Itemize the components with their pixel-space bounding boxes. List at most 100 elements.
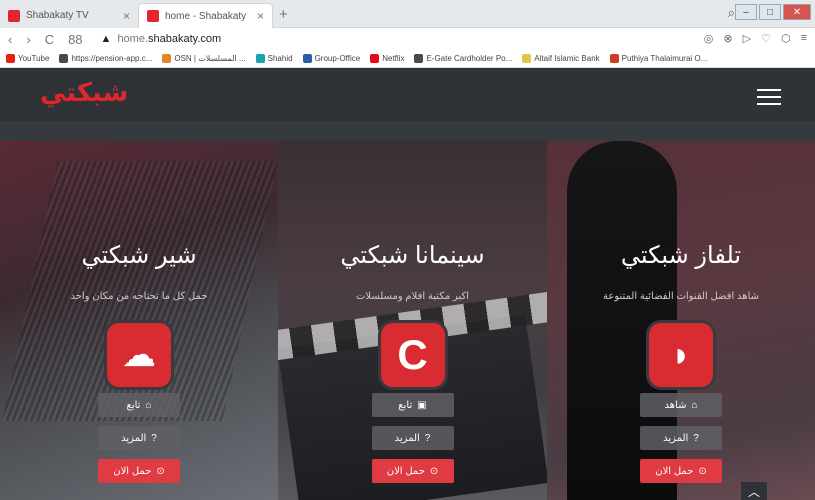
- button-label: شاهد: [664, 399, 687, 411]
- button-label: المزيد: [663, 432, 689, 444]
- bookmark-label: https://pension-app.c...: [71, 54, 153, 63]
- bookmark-youtube[interactable]: YouTube: [6, 54, 49, 63]
- close-window-button[interactable]: ✕: [783, 4, 811, 20]
- question-icon: ?: [693, 432, 699, 444]
- button-label: تابع: [126, 399, 141, 411]
- bookmark-netflix[interactable]: Netflix: [370, 54, 404, 63]
- apps-button[interactable]: 88: [68, 32, 82, 47]
- download-button[interactable]: حمل الان ⊙: [371, 459, 454, 483]
- play-icon[interactable]: ▷: [743, 32, 751, 45]
- bookmark-egate[interactable]: E-Gate Cardholder Po...: [414, 54, 512, 63]
- search-icon[interactable]: ⌕: [728, 5, 735, 21]
- site-logo[interactable]: شبكتي: [40, 78, 128, 108]
- reload-button[interactable]: C: [45, 32, 54, 47]
- follow-button[interactable]: تابع ⌂: [98, 393, 180, 417]
- download-button[interactable]: حمل الان ⊙: [98, 459, 180, 483]
- panel-subtitle: اكبر مكتبة افلام ومسلسلات: [355, 291, 470, 302]
- hamburger-menu-icon[interactable]: [757, 89, 781, 105]
- panel-cinemana: سينمانا شبكتي اكبر مكتبة افلام ومسلسلات …: [278, 141, 547, 500]
- browser-chrome: Shabakaty TV × home - Shabakaty × + ⌕ – …: [0, 0, 815, 68]
- download-icon: ⊙: [156, 465, 165, 477]
- bookmark-osn[interactable]: OSN | المسلسلات ...: [162, 54, 246, 63]
- tab-home-shabakaty[interactable]: home - Shabakaty ×: [138, 3, 273, 28]
- home-icon: ⌂: [691, 399, 698, 411]
- bookmark-group-office[interactable]: Group-Office: [302, 54, 361, 63]
- close-tab-icon[interactable]: ×: [123, 9, 130, 23]
- more-button[interactable]: المزيد?: [98, 426, 180, 450]
- news-icon: [609, 54, 619, 63]
- netflix-icon: [370, 54, 380, 63]
- cinemana-app-icon: C: [380, 323, 445, 387]
- shabakaty-favicon-icon: [8, 9, 20, 22]
- minimize-button[interactable]: –: [735, 4, 757, 20]
- panel-subtitle: شاهد افضل القنوات الفضائية المتنوعة: [602, 291, 760, 302]
- toolbar-icons: ◎ ⊗ ▷ ♡ ⬡ ≡: [704, 32, 807, 45]
- panel-subtitle: حمل كل ما تحتاجه من مكان واحد: [70, 291, 208, 302]
- block-icon[interactable]: ⊗: [723, 32, 732, 45]
- header-subbar: [0, 121, 815, 141]
- button-label: حمل الان: [113, 465, 152, 477]
- snapshot-icon[interactable]: ◎: [704, 32, 714, 45]
- service-panels: شير شبكتي حمل كل ما تحتاجه من مكان واحد …: [0, 141, 815, 500]
- bookmark-label: Shahid: [267, 54, 293, 63]
- panel-title: سينمانا شبكتي: [340, 242, 485, 269]
- address-bar: ‹ › C 88 ▲ home.shabakaty.com: [0, 28, 815, 50]
- question-icon: ?: [424, 432, 431, 444]
- not-secure-icon[interactable]: ▲: [101, 33, 112, 45]
- download-icon: ⊙: [429, 465, 439, 477]
- bookmark-altaif[interactable]: Altaif Islamic Bank: [522, 54, 600, 63]
- bookmarks-bar: YouTube https://pension-app.c... OSN | ا…: [0, 50, 815, 68]
- bank-icon: [522, 54, 532, 63]
- group-office-icon: [302, 54, 312, 63]
- button-label: المزيد: [121, 432, 147, 444]
- bookmark-pension[interactable]: https://pension-app.c...: [59, 54, 152, 63]
- home-icon: ⌂: [145, 399, 152, 411]
- panel-share: شير شبكتي حمل كل ما تحتاجه من مكان واحد …: [0, 141, 278, 500]
- shahid-icon: [255, 54, 265, 63]
- tab-shabakaty-tv[interactable]: Shabakaty TV ×: [0, 3, 138, 28]
- button-label: حمل الان: [386, 465, 425, 477]
- bookmark-label: Puthiya Thalaimurai O...: [621, 54, 708, 63]
- url-field[interactable]: ▲ home.shabakaty.com: [101, 33, 222, 45]
- maximize-button[interactable]: □: [759, 4, 781, 20]
- scroll-top-button[interactable]: ︿: [741, 482, 767, 500]
- heart-icon[interactable]: ♡: [761, 32, 771, 45]
- more-button[interactable]: المزيد?: [371, 426, 454, 450]
- button-label: حمل الان: [655, 465, 694, 477]
- watch-button[interactable]: شاهد ⌂: [640, 393, 722, 417]
- nav-buttons: ‹ › C 88: [0, 32, 83, 47]
- follow-button[interactable]: تابع ▣: [371, 393, 454, 417]
- bookmark-label: E-Gate Cardholder Po...: [426, 54, 513, 63]
- cloud-app-icon: ☁: [107, 323, 171, 387]
- site-header: شبكتي: [0, 68, 815, 121]
- button-label: المزيد: [394, 432, 420, 444]
- panel-title: تلفاز شبكتي: [620, 242, 742, 269]
- youtube-icon: [6, 54, 15, 63]
- bookmark-shahid[interactable]: Shahid: [255, 54, 293, 63]
- bookmark-label: OSN | المسلسلات ...: [174, 54, 246, 63]
- more-button[interactable]: المزيد?: [640, 426, 722, 450]
- button-label: تابع: [398, 399, 413, 411]
- tv-app-icon: ◗: [649, 323, 713, 387]
- close-tab-icon[interactable]: ×: [257, 9, 264, 23]
- bookmark-label: Netflix: [382, 54, 405, 63]
- bookmark-puthiya[interactable]: Puthiya Thalaimurai O...: [609, 54, 708, 63]
- panel-title: شير شبكتي: [81, 242, 197, 269]
- tab-strip: Shabakaty TV × home - Shabakaty × + ⌕ – …: [0, 0, 815, 28]
- tab-label: Shabakaty TV: [26, 10, 89, 21]
- back-button[interactable]: ‹: [8, 32, 12, 47]
- forward-button[interactable]: ›: [26, 32, 30, 47]
- extension-icon[interactable]: ⬡: [781, 32, 791, 45]
- bookmark-label: Group-Office: [314, 54, 361, 63]
- menu-icon[interactable]: ≡: [801, 32, 807, 45]
- download-button[interactable]: حمل الان ⊙: [640, 459, 722, 483]
- bookmark-label: Altaif Islamic Bank: [534, 54, 600, 63]
- osn-icon: [162, 54, 172, 63]
- tab-label: home - Shabakaty: [165, 10, 247, 22]
- question-icon: ?: [151, 432, 157, 444]
- shabakaty-favicon-icon: [147, 10, 159, 22]
- panel-tv: تلفاز شبكتي شاهد افضل القنوات الفضائية ا…: [547, 141, 815, 500]
- page-icon: [414, 54, 424, 63]
- new-tab-button[interactable]: +: [279, 6, 288, 23]
- page-icon: [59, 54, 69, 63]
